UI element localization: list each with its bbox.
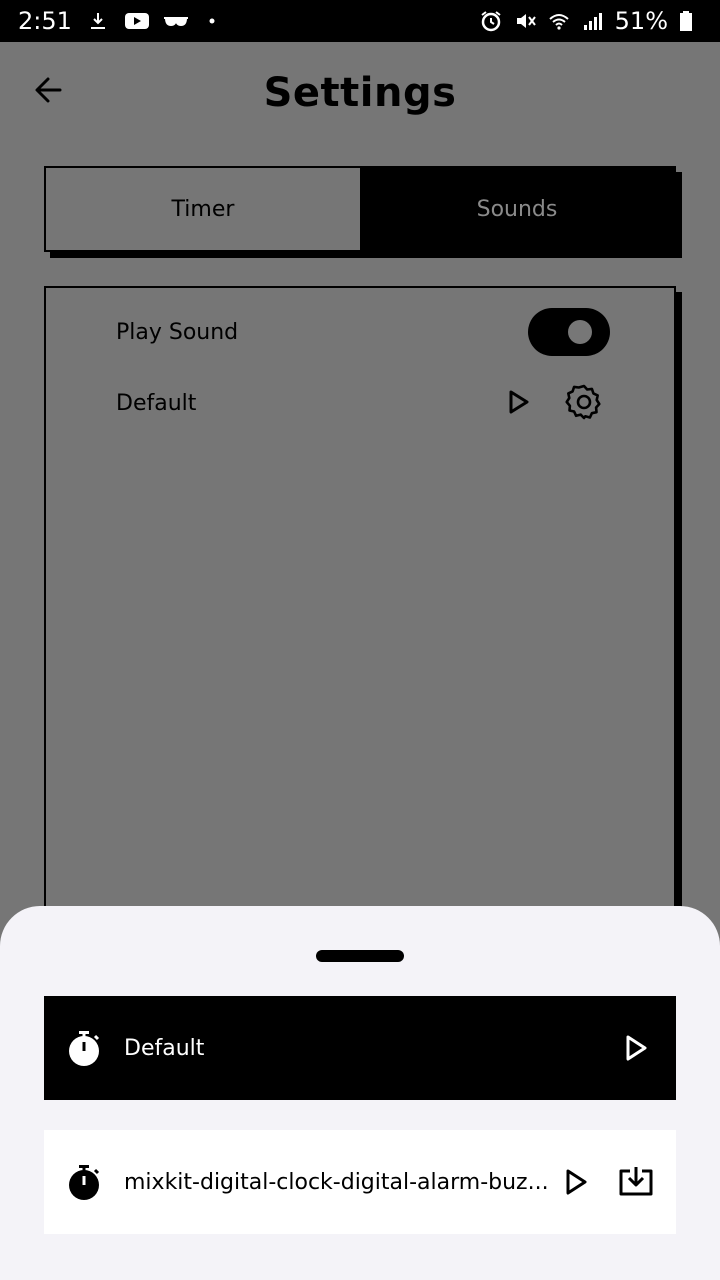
battery-icon bbox=[678, 9, 702, 33]
status-bar: 2:51 51% bbox=[0, 0, 720, 42]
toggle-knob bbox=[568, 320, 592, 344]
signal-icon bbox=[581, 9, 605, 33]
sound-option-label: mixkit-digital-clock-digital-alarm-buz..… bbox=[124, 1169, 549, 1195]
sound-settings-button[interactable] bbox=[564, 382, 604, 422]
alarm-icon bbox=[479, 9, 503, 33]
sound-option-label: Default bbox=[124, 1035, 205, 1061]
download-icon[interactable] bbox=[616, 1162, 656, 1202]
status-time: 2:51 bbox=[18, 7, 72, 35]
page-title: Settings bbox=[263, 70, 457, 116]
wifi-icon bbox=[547, 9, 571, 33]
mute-icon bbox=[513, 9, 537, 33]
battery-percent: 51% bbox=[614, 7, 668, 35]
sound-option-default[interactable]: Default bbox=[44, 996, 676, 1100]
sound-picker-sheet: Default mixkit-digital-clock-digital-ala… bbox=[0, 906, 720, 1280]
stopwatch-icon bbox=[69, 1165, 100, 1200]
dot-icon bbox=[200, 9, 224, 33]
sound-option-mixkit[interactable]: mixkit-digital-clock-digital-alarm-buz..… bbox=[44, 1130, 676, 1234]
play-sound-label: Play Sound bbox=[116, 320, 239, 345]
sounds-panel: Play Sound Default bbox=[44, 286, 676, 926]
play-icon bbox=[509, 390, 529, 414]
play-sound-toggle[interactable] bbox=[528, 308, 610, 356]
tab-bar: Timer Sounds bbox=[44, 166, 676, 252]
download-icon bbox=[86, 9, 110, 33]
selected-sound-label: Default bbox=[116, 391, 197, 416]
play-icon[interactable] bbox=[556, 1162, 596, 1202]
sheet-drag-handle[interactable] bbox=[316, 950, 404, 962]
gear-icon bbox=[565, 384, 601, 420]
play-sound-button[interactable] bbox=[498, 382, 538, 422]
stopwatch-icon bbox=[69, 1031, 100, 1066]
tab-timer[interactable]: Timer bbox=[46, 168, 360, 250]
glasses-icon bbox=[162, 9, 188, 33]
play-icon[interactable] bbox=[616, 1028, 656, 1068]
tab-sounds[interactable]: Sounds bbox=[360, 168, 674, 250]
youtube-icon bbox=[124, 9, 149, 33]
